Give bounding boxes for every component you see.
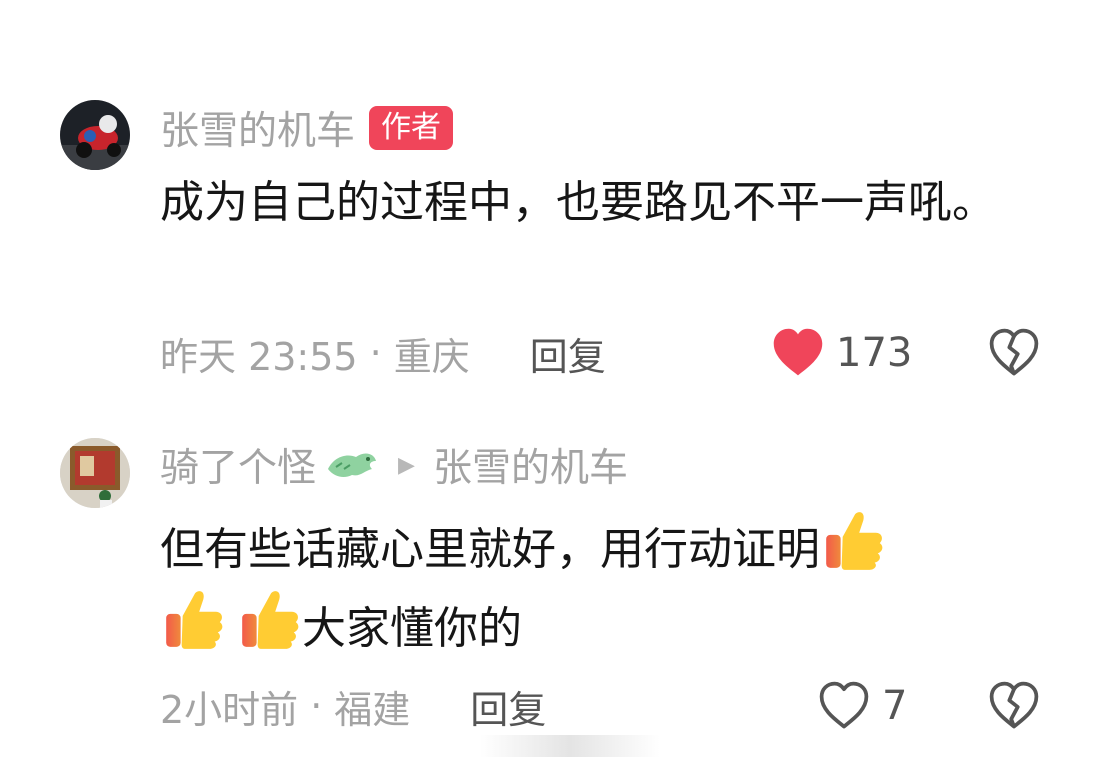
heart-outline-icon <box>819 681 869 729</box>
thumbs-up-emoji <box>820 508 886 574</box>
painting-avatar <box>60 438 130 508</box>
broken-heart-icon <box>986 678 1042 734</box>
comment-text-part1: 但有些话藏心里就好，用行动证明 <box>160 524 820 575</box>
comment-time: 2小时前 <box>160 687 299 732</box>
like-count: 7 <box>882 683 908 729</box>
meta-separator: · <box>310 684 323 728</box>
comment-text: 但有些话藏心里就好，用行动证明 大家懂你的 <box>160 508 1060 666</box>
reply-to-arrow-icon: ▶ <box>398 452 415 478</box>
thumbs-up-emoji <box>160 587 226 653</box>
comment-meta: 2小时前 · 福建 回复 <box>160 676 546 736</box>
author-name[interactable]: 骑了个怪 <box>160 437 316 493</box>
avatar[interactable] <box>60 438 130 508</box>
like-button[interactable]: 7 <box>816 676 907 736</box>
comment-text-part2: 大家懂你的 <box>302 603 522 654</box>
dislike-button[interactable] <box>986 678 1042 734</box>
comment-location: 福建 <box>334 687 411 732</box>
reply-to-name[interactable]: 张雪的机车 <box>433 437 628 493</box>
loading-indicator <box>480 735 660 757</box>
reply-button[interactable]: 回复 <box>470 679 546 734</box>
thumbs-up-emoji <box>236 587 302 653</box>
author-line: 骑了个怪 ▶ 张雪的机车 <box>160 437 628 493</box>
comment-item: 骑了个怪 ▶ 张雪的机车 但有些话藏心里就好，用行动证明 大家懂你的 2小时前 … <box>0 0 1110 772</box>
dragon-icon <box>328 453 377 477</box>
